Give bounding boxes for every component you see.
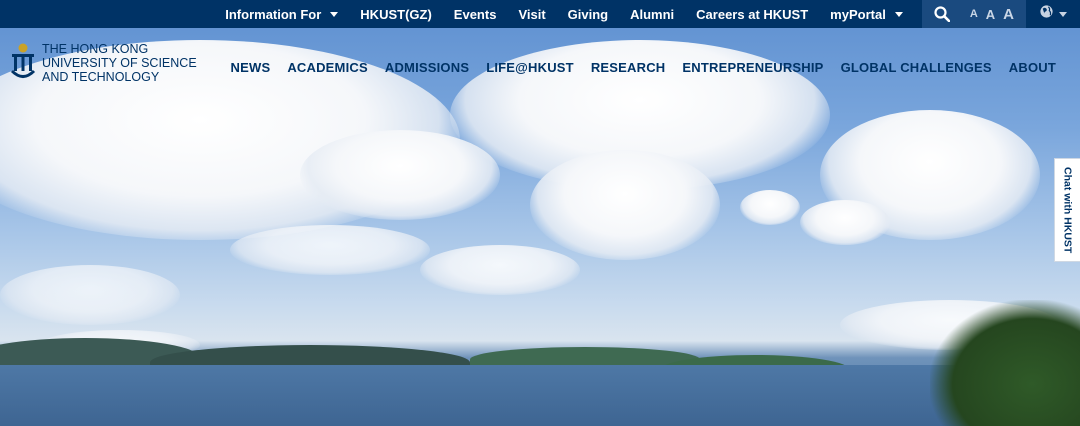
nav-admissions[interactable]: ADMISSIONS — [385, 60, 469, 75]
topbar-giving[interactable]: Giving — [568, 7, 608, 22]
topbar-item-label: Information For — [225, 6, 322, 22]
logo-line: University of Science — [42, 56, 197, 70]
topbar-item-label: Events — [453, 6, 497, 22]
topbar-alumni[interactable]: Alumni — [630, 7, 674, 22]
chat-with-hkust-button[interactable]: Chat with HKUST — [1054, 158, 1080, 262]
topbar-item-label: Giving — [567, 6, 609, 22]
tools-panel: A A A — [921, 0, 1026, 28]
nav-entrepreneurship[interactable]: ENTREPRENEURSHIP — [682, 60, 823, 75]
logo-wordmark: The Hong Kong University of Science and … — [42, 42, 197, 84]
topbar-myportal[interactable]: myPortal — [830, 7, 903, 22]
chat-label: Chat with HKUST — [1061, 166, 1074, 254]
nav-about[interactable]: ABOUT — [1009, 60, 1056, 75]
logo-line: The Hong Kong — [42, 42, 149, 56]
topbar-item-label: myPortal — [830, 6, 886, 22]
hkust-logo[interactable]: The Hong Kong University of Science and … — [10, 42, 197, 89]
chevron-down-icon — [330, 11, 339, 17]
topbar-visit[interactable]: Visit — [518, 7, 545, 22]
topbar-item-label: Alumni — [630, 6, 675, 22]
nav-news[interactable]: NEWS — [231, 60, 271, 75]
logo-line: and Technology — [42, 70, 160, 84]
utility-bar: Information For HKUST(GZ) Events Visit G… — [0, 0, 1080, 28]
chevron-down-icon — [1059, 11, 1067, 17]
language-selector[interactable] — [1026, 0, 1080, 28]
nav-life-at-hkust[interactable]: LIFE@HKUST — [486, 60, 574, 75]
nav-academics[interactable]: ACADEMICS — [287, 60, 368, 75]
nav-global-challenges[interactable]: GLOBAL CHALLENGES — [841, 60, 992, 75]
font-size-small-button[interactable]: A — [970, 8, 978, 20]
font-size-medium-button[interactable]: A — [986, 7, 995, 22]
topbar-information-for[interactable]: Information For — [225, 6, 339, 22]
topbar-item-label: Careers at HKUST — [696, 6, 809, 22]
topbar-careers[interactable]: Careers at HKUST — [696, 7, 808, 22]
nav-research[interactable]: RESEARCH — [591, 60, 666, 75]
main-navigation: NEWS ACADEMICS ADMISSIONS LIFE@HKUST RES… — [214, 60, 1056, 75]
hkust-crest-icon — [10, 42, 36, 89]
search-icon[interactable] — [934, 6, 950, 22]
topbar-item-label: Visit — [518, 6, 546, 22]
topbar-item-label: HKUST(GZ) — [360, 6, 432, 22]
font-size-large-button[interactable]: A — [1003, 6, 1014, 23]
globe-icon — [1039, 4, 1054, 24]
chevron-down-icon — [894, 11, 903, 17]
topbar-hkust-gz[interactable]: HKUST(GZ) — [360, 7, 432, 22]
topbar-events[interactable]: Events — [454, 7, 497, 22]
